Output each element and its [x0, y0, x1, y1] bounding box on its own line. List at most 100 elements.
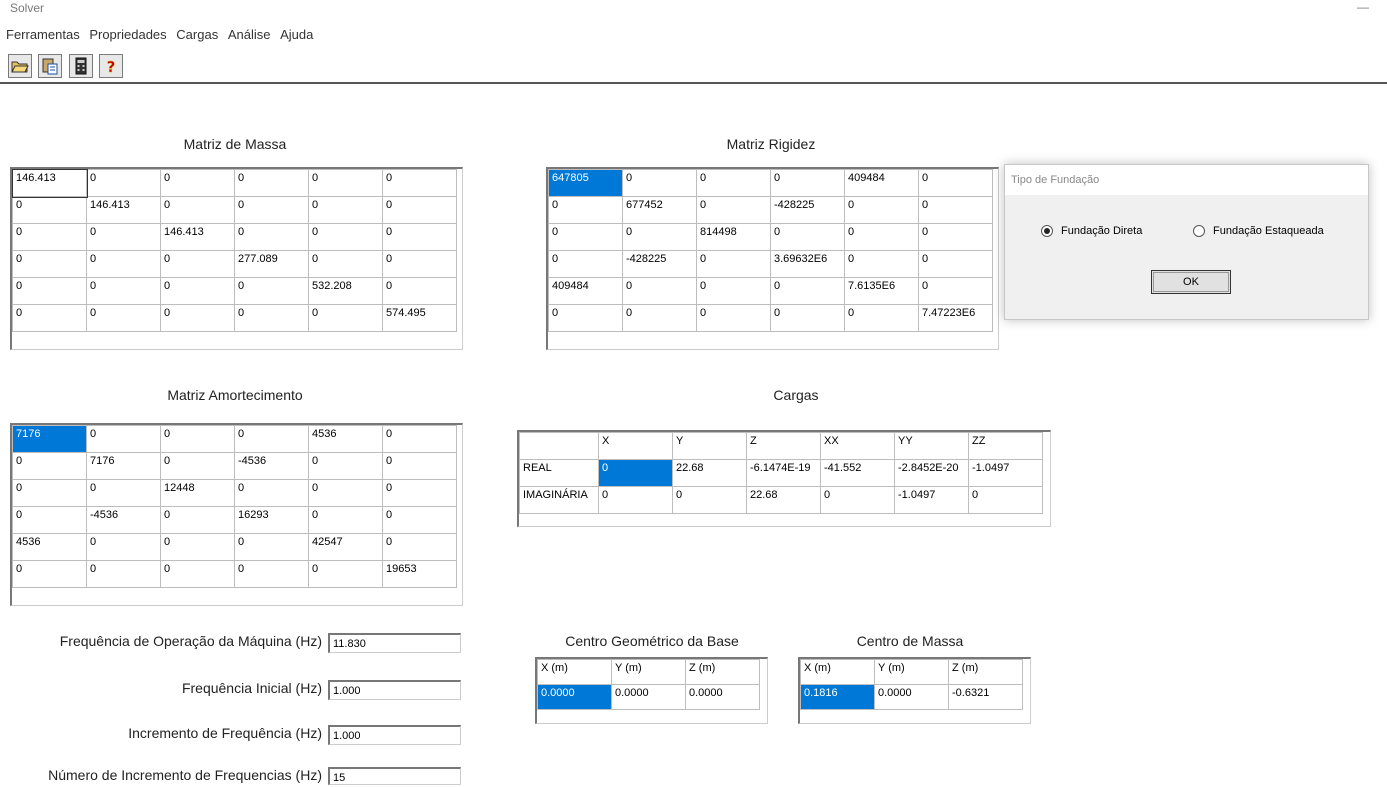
- table-cell[interactable]: 0: [918, 223, 993, 251]
- table-cell[interactable]: -6.1474E-19: [746, 459, 821, 487]
- table-cell[interactable]: -4536: [234, 452, 309, 480]
- centro-geom-grid[interactable]: X (m) Y (m) Z (m) 0.0000 0.0000 0.0000: [535, 657, 768, 724]
- table-cell[interactable]: 0: [12, 250, 87, 278]
- table-cell[interactable]: 0: [382, 425, 457, 453]
- table-cell[interactable]: 0: [12, 506, 87, 534]
- amortecimento-grid[interactable]: 7176 0 0 0 4536 0 0 7176 0 -4536 0 0 0 0 12448 0 0 0 0 -453…: [10, 423, 463, 606]
- table-cell[interactable]: 16293: [234, 506, 309, 534]
- table-cell[interactable]: 0: [12, 277, 87, 305]
- table-cell[interactable]: 0: [382, 479, 457, 507]
- table-cell[interactable]: 0: [308, 560, 383, 588]
- table-cell[interactable]: 0: [160, 425, 235, 453]
- table-cell[interactable]: 0: [86, 277, 161, 305]
- table-cell[interactable]: 0: [696, 250, 771, 278]
- table-cell[interactable]: REAL: [519, 459, 599, 487]
- massa-grid[interactable]: 146.413 0 0 0 0 0 0 146.413 0 0 0 0 0 0 146.413 0 0 0 0 0 0 2…: [10, 167, 463, 350]
- table-cell[interactable]: 0: [770, 169, 845, 197]
- table-cell[interactable]: Y (m): [611, 659, 686, 685]
- table-cell[interactable]: 0: [598, 459, 673, 487]
- table-cell[interactable]: 0: [696, 169, 771, 197]
- table-cell[interactable]: 7.47223E6: [918, 304, 993, 332]
- table-cell[interactable]: 0: [160, 169, 235, 197]
- table-cell[interactable]: 0: [160, 196, 235, 224]
- table-cell[interactable]: 0: [308, 304, 383, 332]
- table-cell[interactable]: 277.089: [234, 250, 309, 278]
- table-cell[interactable]: 19653: [382, 560, 457, 588]
- table-cell[interactable]: 0: [382, 452, 457, 480]
- table-cell[interactable]: 0: [86, 425, 161, 453]
- table-cell[interactable]: 0: [234, 223, 309, 251]
- table-cell[interactable]: 0: [968, 486, 1043, 514]
- table-cell[interactable]: -2.8452E-20: [894, 459, 969, 487]
- table-cell[interactable]: 409484: [548, 277, 623, 305]
- table-cell[interactable]: 7.6135E6: [844, 277, 919, 305]
- table-cell[interactable]: 0.0000: [537, 684, 612, 710]
- table-cell[interactable]: 0: [672, 486, 747, 514]
- table-cell[interactable]: 0: [234, 425, 309, 453]
- menu-ajuda[interactable]: Ajuda: [280, 27, 313, 42]
- paste-icon[interactable]: [38, 54, 63, 78]
- table-cell[interactable]: 3.69632E6: [770, 250, 845, 278]
- table-cell[interactable]: 0: [308, 196, 383, 224]
- table-cell[interactable]: 0: [548, 304, 623, 332]
- menu-analise[interactable]: Análise: [228, 27, 271, 42]
- table-cell[interactable]: Y: [672, 432, 747, 460]
- table-cell[interactable]: 0: [696, 277, 771, 305]
- table-cell[interactable]: 0: [548, 250, 623, 278]
- table-cell[interactable]: 12448: [160, 479, 235, 507]
- table-cell[interactable]: 146.413: [11, 168, 88, 198]
- table-cell[interactable]: Y (m): [874, 659, 949, 685]
- table-cell[interactable]: IMAGINÁRIA: [519, 486, 599, 514]
- table-cell[interactable]: YY: [894, 432, 969, 460]
- table-cell[interactable]: Z: [746, 432, 821, 460]
- table-cell[interactable]: 0: [12, 452, 87, 480]
- table-cell[interactable]: 0: [622, 277, 697, 305]
- table-cell[interactable]: 0: [382, 506, 457, 534]
- table-cell[interactable]: 0: [86, 250, 161, 278]
- table-cell[interactable]: Z (m): [685, 659, 760, 685]
- table-cell[interactable]: 22.68: [672, 459, 747, 487]
- table-cell[interactable]: 7176: [86, 452, 161, 480]
- table-cell[interactable]: -0.6321: [948, 684, 1023, 710]
- ok-button[interactable]: OK: [1151, 270, 1231, 294]
- fundacao-direta-radio[interactable]: Fundação Direta: [1041, 225, 1142, 237]
- table-cell[interactable]: 0: [844, 223, 919, 251]
- table-cell[interactable]: 647805: [548, 169, 623, 197]
- table-cell[interactable]: 0: [622, 223, 697, 251]
- table-cell[interactable]: 0.0000: [874, 684, 949, 710]
- table-cell[interactable]: 0: [382, 277, 457, 305]
- table-cell[interactable]: 0: [12, 223, 87, 251]
- table-cell[interactable]: -4536: [86, 506, 161, 534]
- table-cell[interactable]: 0: [820, 486, 895, 514]
- table-cell[interactable]: 0: [598, 486, 673, 514]
- table-cell[interactable]: 677452: [622, 196, 697, 224]
- table-cell[interactable]: 0: [918, 196, 993, 224]
- table-cell[interactable]: 4536: [308, 425, 383, 453]
- table-cell[interactable]: 0: [86, 304, 161, 332]
- table-cell[interactable]: 0: [844, 196, 919, 224]
- table-cell[interactable]: 0: [918, 169, 993, 197]
- table-cell[interactable]: 0: [696, 304, 771, 332]
- table-cell[interactable]: -1.0497: [968, 459, 1043, 487]
- table-cell[interactable]: 0: [12, 304, 87, 332]
- table-cell[interactable]: X (m): [537, 659, 612, 685]
- table-cell[interactable]: 574.495: [382, 304, 457, 332]
- table-cell[interactable]: 0: [622, 304, 697, 332]
- centro-massa-grid[interactable]: X (m) Y (m) Z (m) 0.1816 0.0000 -0.6321: [798, 657, 1031, 724]
- table-cell[interactable]: 0: [160, 533, 235, 561]
- table-cell[interactable]: 0: [234, 560, 309, 588]
- table-cell[interactable]: 0: [160, 277, 235, 305]
- table-cell[interactable]: 0: [844, 250, 919, 278]
- table-cell[interactable]: 0.0000: [685, 684, 760, 710]
- table-cell[interactable]: 0: [234, 533, 309, 561]
- table-cell[interactable]: 0: [308, 223, 383, 251]
- table-cell[interactable]: 814498: [696, 223, 771, 251]
- table-cell[interactable]: 146.413: [86, 196, 161, 224]
- table-cell[interactable]: 22.68: [746, 486, 821, 514]
- table-cell[interactable]: X: [598, 432, 673, 460]
- table-cell[interactable]: 0.1816: [800, 684, 875, 710]
- table-cell[interactable]: 0: [160, 250, 235, 278]
- table-cell[interactable]: 0: [160, 560, 235, 588]
- table-cell[interactable]: 0: [160, 304, 235, 332]
- table-cell[interactable]: 0: [234, 479, 309, 507]
